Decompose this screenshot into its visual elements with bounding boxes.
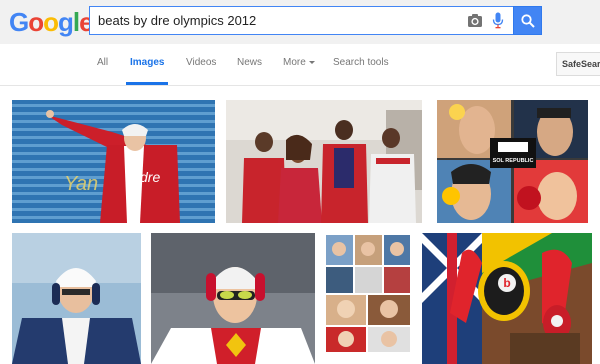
image-thumbnail [226, 100, 422, 223]
image-result[interactable] [12, 233, 141, 364]
image-thumbnail: SOL REPUBLIC [437, 100, 588, 223]
image-thumbnail: b [422, 233, 592, 364]
tab-more-label: More [283, 57, 306, 68]
search-box [89, 6, 542, 35]
search-input[interactable] [90, 7, 460, 34]
tab-all[interactable]: All [97, 57, 108, 85]
beats-logo: b [503, 276, 510, 290]
tab-more[interactable]: More [283, 57, 315, 85]
image-result[interactable]: SOL REPUBLIC [437, 100, 588, 223]
image-result[interactable] [151, 233, 315, 364]
logo-letter: g [58, 7, 74, 37]
safesearch-button[interactable]: SafeSearch [556, 52, 600, 76]
logo-letter: o [43, 7, 59, 37]
search-button[interactable] [513, 6, 542, 35]
caption-text: Yan [64, 173, 98, 195]
sleeve-text: dre [140, 169, 160, 185]
search-nav: All Images Videos News More Search tools… [0, 44, 600, 86]
tab-search-tools[interactable]: Search tools [333, 57, 389, 85]
caption-text: SOL REPUBLIC [493, 158, 534, 164]
tab-videos[interactable]: Videos [186, 57, 216, 85]
image-thumbnail [12, 233, 141, 364]
microphone-icon[interactable] [492, 12, 504, 29]
search-icon [521, 14, 535, 28]
google-logo[interactable]: Google [9, 6, 94, 38]
camera-icon[interactable] [467, 13, 483, 28]
image-thumbnail [324, 233, 412, 354]
image-thumbnail [151, 233, 315, 364]
logo-letter: o [28, 7, 44, 37]
logo-letter: G [9, 7, 29, 37]
chevron-down-icon [308, 60, 315, 64]
tab-news[interactable]: News [237, 57, 262, 85]
image-result[interactable]: b [422, 233, 592, 364]
search-results-page: Google Al [0, 0, 600, 364]
image-thumbnail: dre Yan [12, 100, 215, 223]
image-result[interactable] [226, 100, 422, 223]
header-bar: Google [0, 0, 600, 44]
image-result[interactable]: dre Yan [12, 100, 215, 223]
image-result[interactable] [324, 233, 412, 354]
tab-images[interactable]: Images [126, 57, 169, 85]
